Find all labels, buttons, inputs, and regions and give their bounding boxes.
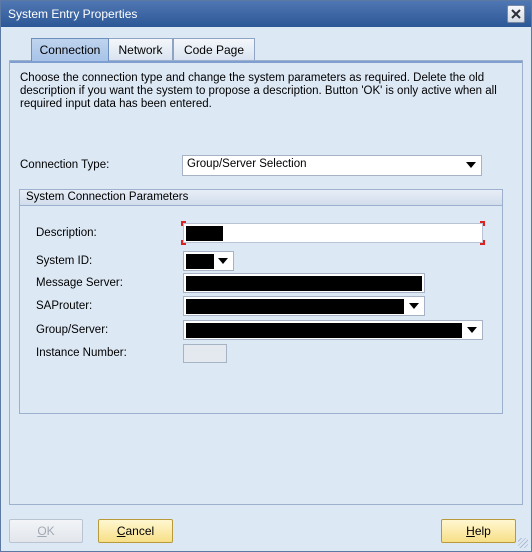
group-server-select[interactable] — [183, 320, 483, 340]
message-server-input[interactable] — [183, 273, 425, 293]
ok-label-suffix: K — [46, 524, 55, 538]
tab-code-page-label: Code Page — [183, 43, 245, 57]
chevron-down-icon[interactable] — [218, 258, 228, 264]
system-id-label: System ID: — [36, 255, 93, 267]
redacted-value — [186, 299, 404, 314]
intro-text: Choose the connection type and change th… — [20, 72, 497, 110]
saprouter-select[interactable] — [183, 296, 425, 316]
help-label-suffix: elp — [474, 524, 491, 538]
tab-code-page[interactable]: Code Page — [173, 38, 255, 60]
tab-connection[interactable]: Connection — [31, 38, 109, 61]
window-title: System Entry Properties — [8, 7, 138, 21]
tab-network-label: Network — [118, 43, 163, 57]
required-marker — [181, 240, 186, 245]
cancel-button[interactable]: Cancel — [98, 519, 173, 543]
connection-type-label: Connection Type: — [20, 159, 110, 171]
help-button[interactable]: Help — [441, 519, 516, 543]
saprouter-label: SAProuter: — [36, 300, 93, 312]
connection-type-value: Group/Server Selection — [187, 158, 307, 170]
cancel-label-suffix: ancel — [125, 524, 155, 538]
redacted-value — [186, 254, 214, 269]
close-button[interactable] — [507, 5, 525, 23]
redacted-value — [186, 323, 462, 338]
connection-type-select[interactable]: Group/Server Selection — [182, 155, 482, 176]
ok-label-mnemonic: O — [37, 524, 47, 538]
system-id-select[interactable] — [183, 251, 234, 271]
group-title: System Connection Parameters — [26, 191, 189, 203]
redacted-value — [186, 226, 223, 241]
message-server-label: Message Server: — [36, 277, 123, 289]
connection-tab-panel: Choose the connection type and change th… — [9, 60, 523, 505]
close-icon — [511, 9, 521, 19]
tab-network[interactable]: Network — [108, 38, 173, 60]
instance-number-label: Instance Number: — [36, 347, 127, 359]
required-marker — [480, 240, 485, 245]
required-marker — [480, 221, 485, 226]
system-entry-properties-dialog: System Entry Properties Connection Netwo… — [0, 0, 532, 552]
group-header: System Connection Parameters — [20, 190, 502, 206]
chevron-down-icon[interactable] — [409, 303, 419, 309]
instance-number-input[interactable] — [183, 344, 227, 363]
system-connection-parameters-group: System Connection Parameters Description… — [19, 189, 503, 414]
chevron-down-icon[interactable] — [467, 327, 477, 333]
chevron-down-icon[interactable] — [466, 162, 476, 168]
panel-divider — [10, 61, 522, 63]
help-label-mnemonic: H — [466, 524, 475, 538]
description-label: Description: — [36, 227, 97, 239]
resize-grip[interactable] — [518, 538, 528, 548]
description-input[interactable] — [181, 221, 485, 245]
title-bar: System Entry Properties — [1, 1, 531, 27]
redacted-value — [186, 276, 422, 291]
group-server-label: Group/Server: — [36, 324, 109, 336]
required-marker — [181, 221, 186, 226]
ok-button[interactable]: OK — [9, 519, 83, 543]
tab-connection-label: Connection — [39, 43, 101, 57]
